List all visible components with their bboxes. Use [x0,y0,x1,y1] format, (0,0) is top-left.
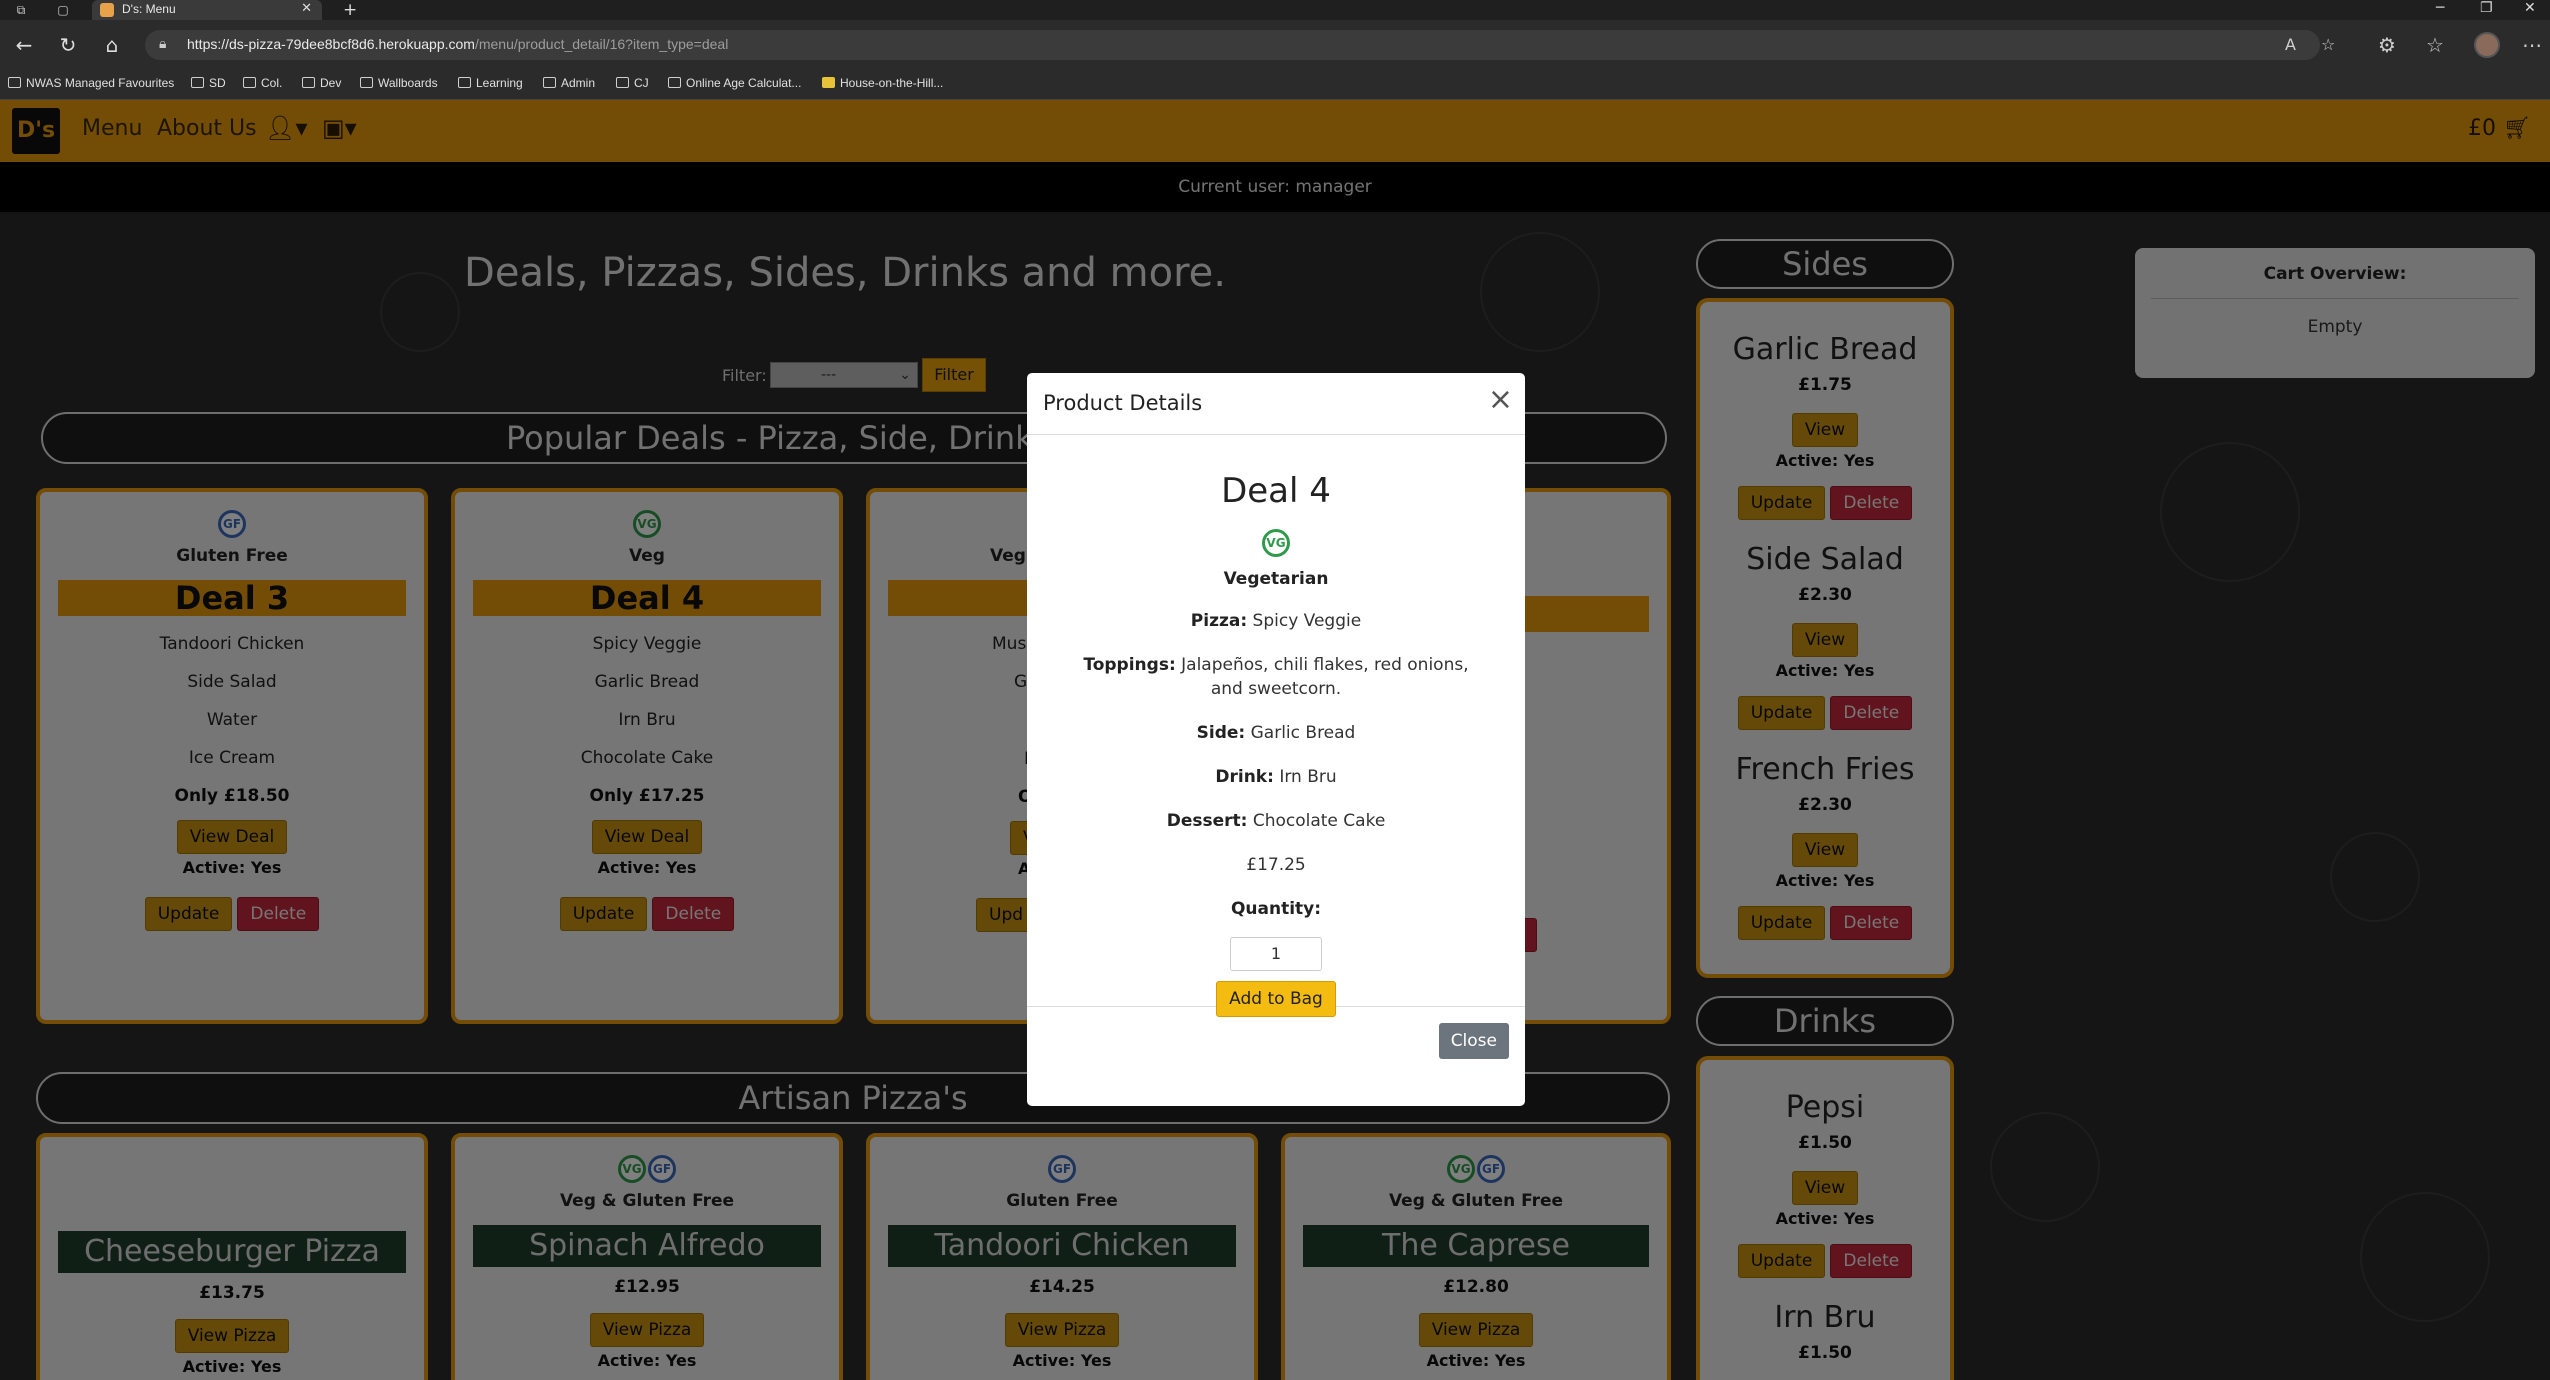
modal-header: Product Details × [1027,373,1525,435]
bookmark-wallboards[interactable]: Wallboards [360,76,438,90]
folder-icon [243,77,256,88]
workspaces-icon[interactable]: ⧉ [14,3,28,17]
product-dessert: Dessert: Chocolate Cake [1166,811,1386,831]
bookmark-cj[interactable]: CJ [616,76,649,90]
bookmark-dev[interactable]: Dev [302,76,341,90]
product-toppings: Toppings: Jalapeños, chili flakes, red o… [1083,655,1469,699]
url-field[interactable]: 🔒︎ https://ds-pizza-79dee8bcf8d6.herokua… [145,30,2335,60]
modal-footer: Close [1027,1007,1525,1105]
window-close-icon[interactable]: ✕ [2524,0,2536,16]
folder-icon [302,77,315,88]
product-title: Deal 4 [1221,471,1331,511]
vegetarian-icon: VG [1262,529,1290,557]
close-tab-icon[interactable]: ✕ [301,1,312,16]
minimize-icon[interactable]: ─ [2436,0,2444,16]
product-price: £17.25 [1246,855,1306,875]
page-icon [822,77,835,88]
folder-icon [616,77,629,88]
folder-icon [458,77,471,88]
more-menu-icon[interactable]: ⋯ [2522,33,2542,57]
favorite-star-icon[interactable]: ☆ [2321,35,2335,54]
folder-icon [360,77,373,88]
browser-tab[interactable]: D's: Menu ✕ [92,0,322,20]
profile-avatar[interactable] [2474,32,2500,58]
tab-actions-icon[interactable]: ▢ [56,3,70,17]
home-icon[interactable]: ⌂ [100,33,124,57]
modal-title: Product Details [1043,391,1203,415]
favorites-icon[interactable]: ☆ [2426,33,2444,57]
bookmark-learning[interactable]: Learning [458,76,523,90]
restore-icon[interactable]: ❐ [2480,0,2493,16]
folder-icon [191,77,204,88]
url-path: /menu/product_detail/16?item_type=deal [474,36,729,52]
read-aloud-icon[interactable]: A [2285,35,2296,54]
product-pizza: Pizza: Spicy Veggie [1190,611,1362,631]
extensions-icon[interactable]: ⚙ [2378,33,2396,57]
modal-body: Deal 4 VG Vegetarian Pizza: Spicy Veggie… [1027,435,1525,1017]
bookmark-age-calculator[interactable]: Online Age Calculat... [668,76,801,90]
bookmarks-bar: NWAS Managed Favourites SD Col. Dev Wall… [0,70,2550,100]
bookmark-nwas[interactable]: NWAS Managed Favourites [8,76,174,90]
product-drink: Drink: Irn Bru [1215,767,1337,787]
new-tab-icon[interactable]: + [343,0,357,20]
bookmark-house-on-the-hill[interactable]: House-on-the-Hill... [822,76,943,90]
url-text: https://ds-pizza-79dee8bcf8d6.herokuapp.… [187,36,728,52]
url-host: https://ds-pizza-79dee8bcf8d6.herokuapp.… [187,36,475,52]
close-button[interactable]: Close [1438,1023,1509,1059]
folder-icon [8,77,21,88]
quantity-label: Quantity: [1230,899,1322,919]
browser-tab-strip: ⧉ ▢ D's: Menu ✕ + ─ ❐ ✕ [0,0,2550,20]
folder-icon [543,77,556,88]
product-diet: Vegetarian [1223,569,1329,589]
quantity-input[interactable]: 1 [1230,937,1322,971]
product-details-modal: Product Details × Deal 4 VG Vegetarian P… [1027,373,1525,1106]
address-bar-row: ← ↻ ⌂ 🔒︎ https://ds-pizza-79dee8bcf8d6.h… [0,20,2550,70]
bookmark-col[interactable]: Col. [243,76,282,90]
page-icon [668,77,681,88]
tab-title: D's: Menu [122,2,176,16]
lock-icon[interactable]: 🔒︎ [159,36,166,52]
bookmark-sd[interactable]: SD [191,76,226,90]
site-favicon-icon [100,3,114,17]
product-side: Side: Garlic Bread [1196,723,1356,743]
bookmark-admin[interactable]: Admin [543,76,595,90]
close-icon[interactable]: × [1488,385,1513,415]
reload-icon[interactable]: ↻ [56,33,80,57]
back-icon[interactable]: ← [12,33,36,57]
